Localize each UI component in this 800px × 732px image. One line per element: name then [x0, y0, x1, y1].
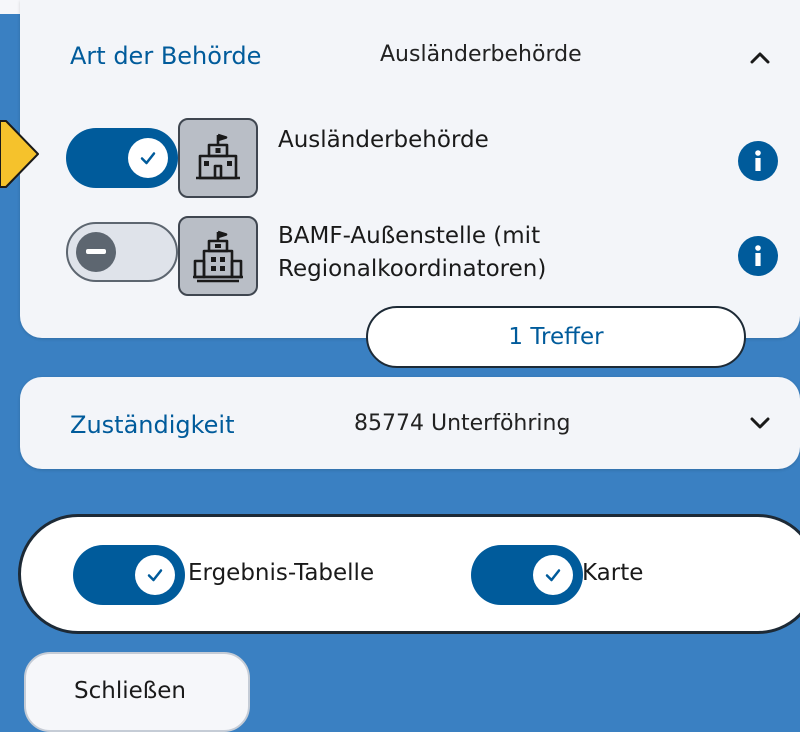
- toggle-knob: [533, 555, 573, 595]
- minus-icon: [86, 249, 106, 254]
- karte-label: Karte: [582, 560, 644, 586]
- check-icon: [545, 569, 561, 582]
- option-auslaenderbehoerde-label: Ausländerbehörde: [278, 127, 489, 153]
- highlight-pointer-icon: [0, 120, 39, 188]
- chevron-down-icon[interactable]: [746, 413, 774, 433]
- schliessen-button[interactable]: Schließen: [24, 652, 250, 732]
- ergebnis-tabelle-label: Ergebnis-Tabelle: [188, 560, 375, 586]
- option-bamf-label-line2: Regionalkoordinatoren): [278, 256, 547, 282]
- government-building-icon: [178, 216, 258, 296]
- zustaendigkeit-label[interactable]: Zuständigkeit: [70, 411, 235, 439]
- art-der-behoerde-value: Ausländerbehörde: [380, 42, 582, 67]
- bamf-aussenstelle-toggle[interactable]: [66, 222, 178, 282]
- treffer-count-button[interactable]: 1 Treffer: [366, 306, 746, 368]
- check-icon: [140, 152, 156, 165]
- chevron-up-icon[interactable]: [746, 48, 774, 68]
- art-der-behoerde-label[interactable]: Art der Behörde: [70, 42, 261, 70]
- toggle-knob: [76, 232, 116, 272]
- view-toggles-box: Ergebnis-Tabelle Karte: [18, 514, 800, 634]
- info-icon[interactable]: [738, 141, 778, 181]
- art-der-behoerde-panel: Art der Behörde Ausländerbehörde Ausländ…: [20, 0, 800, 338]
- info-icon[interactable]: [738, 236, 778, 276]
- toggle-knob: [135, 555, 175, 595]
- zustaendigkeit-panel[interactable]: Zuständigkeit 85774 Unterföhring: [20, 377, 800, 469]
- karte-toggle[interactable]: [471, 545, 583, 605]
- check-icon: [147, 569, 163, 582]
- building-icon: [178, 118, 258, 198]
- toggle-knob: [128, 138, 168, 178]
- zustaendigkeit-value: 85774 Unterföhring: [354, 411, 571, 436]
- auslaenderbehoerde-toggle[interactable]: [66, 128, 178, 188]
- option-bamf-label-line1: BAMF-Außenstelle (mit: [278, 223, 541, 249]
- ergebnis-tabelle-toggle[interactable]: [73, 545, 185, 605]
